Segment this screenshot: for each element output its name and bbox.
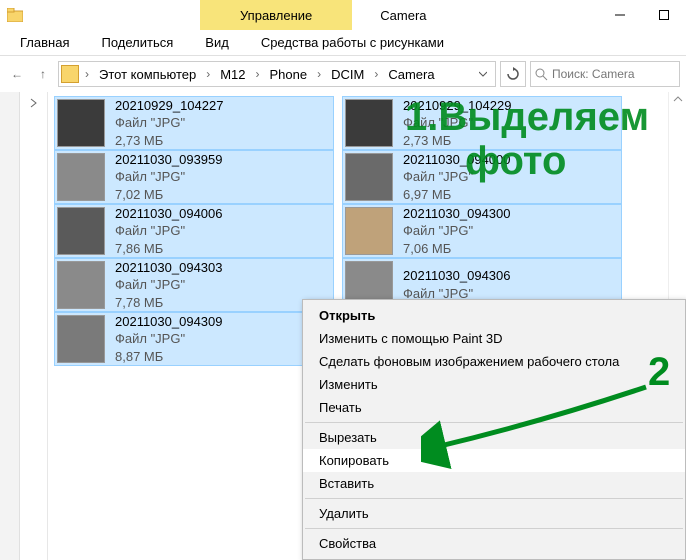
context-menu-item[interactable]: Удалить xyxy=(303,502,685,525)
file-type: Файл "JPG" xyxy=(115,114,223,132)
file-size: 7,02 МБ xyxy=(115,186,223,204)
file-thumbnail xyxy=(345,207,393,255)
file-size: 7,78 МБ xyxy=(115,294,223,312)
address-bar[interactable]: › Этот компьютер › M12 › Phone › DCIM › … xyxy=(58,61,496,87)
window-title: Camera xyxy=(352,8,454,23)
breadcrumb-this-pc[interactable]: Этот компьютер xyxy=(95,67,200,82)
ribbon-contextual-tab[interactable]: Управление xyxy=(200,0,352,30)
search-icon xyxy=(535,68,548,81)
context-menu-item[interactable]: Свойства xyxy=(303,532,685,555)
file-thumbnail xyxy=(57,207,105,255)
nav-back-button[interactable]: ← xyxy=(6,63,28,85)
file-type: Файл "JPG" xyxy=(115,330,223,348)
file-name: 20211030_094306 xyxy=(403,267,511,285)
maximize-button[interactable] xyxy=(642,0,686,30)
file-thumbnail xyxy=(57,315,105,363)
scroll-up-icon[interactable] xyxy=(673,94,683,104)
address-row: ← ↑ › Этот компьютер › M12 › Phone › DCI… xyxy=(0,56,686,92)
context-menu-item[interactable]: Копировать xyxy=(303,449,685,472)
file-size: 8,87 МБ xyxy=(115,348,223,366)
file-item[interactable]: 20211030_094000Файл "JPG"6,97 МБ xyxy=(342,150,622,204)
search-placeholder: Поиск: Camera xyxy=(552,67,635,81)
context-menu-separator xyxy=(305,498,683,499)
navigation-pane[interactable] xyxy=(0,92,48,560)
context-menu[interactable]: ОткрытьИзменить с помощью Paint 3DСделат… xyxy=(302,299,686,560)
context-menu-item[interactable]: Вырезать xyxy=(303,426,685,449)
file-type: Файл "JPG" xyxy=(115,222,223,240)
file-type: Файл "JPG" xyxy=(403,222,511,240)
file-thumbnail xyxy=(57,99,105,147)
context-menu-item[interactable]: Изменить xyxy=(303,373,685,396)
context-menu-item[interactable]: Открыть xyxy=(303,304,685,327)
chevron-right-icon[interactable]: › xyxy=(370,67,382,81)
file-item[interactable]: 20211030_094006Файл "JPG"7,86 МБ xyxy=(54,204,334,258)
tab-picture-tools[interactable]: Средства работы с рисунками xyxy=(245,30,460,55)
file-item[interactable]: 20210929_104229Файл "JPG"2,73 МБ xyxy=(342,96,622,150)
file-thumbnail xyxy=(57,261,105,309)
breadcrumb-dcim[interactable]: DCIM xyxy=(327,67,368,82)
ribbon-tabs: Главная Поделиться Вид Средства работы с… xyxy=(0,30,686,56)
file-item[interactable]: 20211030_094300Файл "JPG"7,06 МБ xyxy=(342,204,622,258)
folder-app-icon xyxy=(0,8,30,22)
file-thumbnail xyxy=(57,153,105,201)
refresh-button[interactable] xyxy=(500,61,526,87)
file-item[interactable]: 20210929_104227Файл "JPG"2,73 МБ xyxy=(54,96,334,150)
breadcrumb-m12[interactable]: M12 xyxy=(216,67,249,82)
context-menu-item[interactable]: Печать xyxy=(303,396,685,419)
tab-view[interactable]: Вид xyxy=(189,30,245,55)
file-name: 20211030_094300 xyxy=(403,205,511,223)
minimize-button[interactable] xyxy=(598,0,642,30)
file-item[interactable]: 20211030_093959Файл "JPG"7,02 МБ xyxy=(54,150,334,204)
chevron-right-icon[interactable] xyxy=(29,98,39,108)
search-input[interactable]: Поиск: Camera xyxy=(530,61,680,87)
file-thumbnail xyxy=(345,153,393,201)
file-name: 20211030_094309 xyxy=(115,313,223,331)
tab-share[interactable]: Поделиться xyxy=(85,30,189,55)
file-size: 2,73 МБ xyxy=(115,132,223,150)
file-name: 20211030_094303 xyxy=(115,259,223,277)
tab-home[interactable]: Главная xyxy=(4,30,85,55)
context-menu-item[interactable]: Изменить с помощью Paint 3D xyxy=(303,327,685,350)
file-size: 2,73 МБ xyxy=(403,132,511,150)
nav-up-button[interactable]: ↑ xyxy=(32,63,54,85)
file-type: Файл "JPG" xyxy=(115,168,223,186)
folder-icon xyxy=(61,65,79,83)
breadcrumb-phone[interactable]: Phone xyxy=(266,67,312,82)
address-dropdown-button[interactable] xyxy=(473,70,493,78)
file-type: Файл "JPG" xyxy=(115,276,223,294)
file-item[interactable]: 20211030_094309Файл "JPG"8,87 МБ xyxy=(54,312,334,366)
file-item[interactable]: 20211030_094303Файл "JPG"7,78 МБ xyxy=(54,258,334,312)
file-size: 6,97 МБ xyxy=(403,186,511,204)
file-type: Файл "JPG" xyxy=(403,168,511,186)
breadcrumb-camera[interactable]: Camera xyxy=(384,67,438,82)
chevron-right-icon[interactable]: › xyxy=(81,67,93,81)
titlebar: Управление Camera xyxy=(0,0,686,30)
context-menu-item[interactable]: Вставить xyxy=(303,472,685,495)
file-size: 7,06 МБ xyxy=(403,240,511,258)
context-menu-separator xyxy=(305,422,683,423)
file-size: 7,86 МБ xyxy=(115,240,223,258)
file-name: 20210929_104229 xyxy=(403,97,511,115)
file-name: 20211030_093959 xyxy=(115,151,223,169)
file-name: 20211030_094000 xyxy=(403,151,511,169)
context-menu-separator xyxy=(305,528,683,529)
chevron-right-icon[interactable]: › xyxy=(202,67,214,81)
file-type: Файл "JPG" xyxy=(403,114,511,132)
file-thumbnail xyxy=(345,99,393,147)
file-name: 20210929_104227 xyxy=(115,97,223,115)
context-menu-item[interactable]: Сделать фоновым изображением рабочего ст… xyxy=(303,350,685,373)
chevron-right-icon[interactable]: › xyxy=(252,67,264,81)
file-name: 20211030_094006 xyxy=(115,205,223,223)
chevron-right-icon[interactable]: › xyxy=(313,67,325,81)
